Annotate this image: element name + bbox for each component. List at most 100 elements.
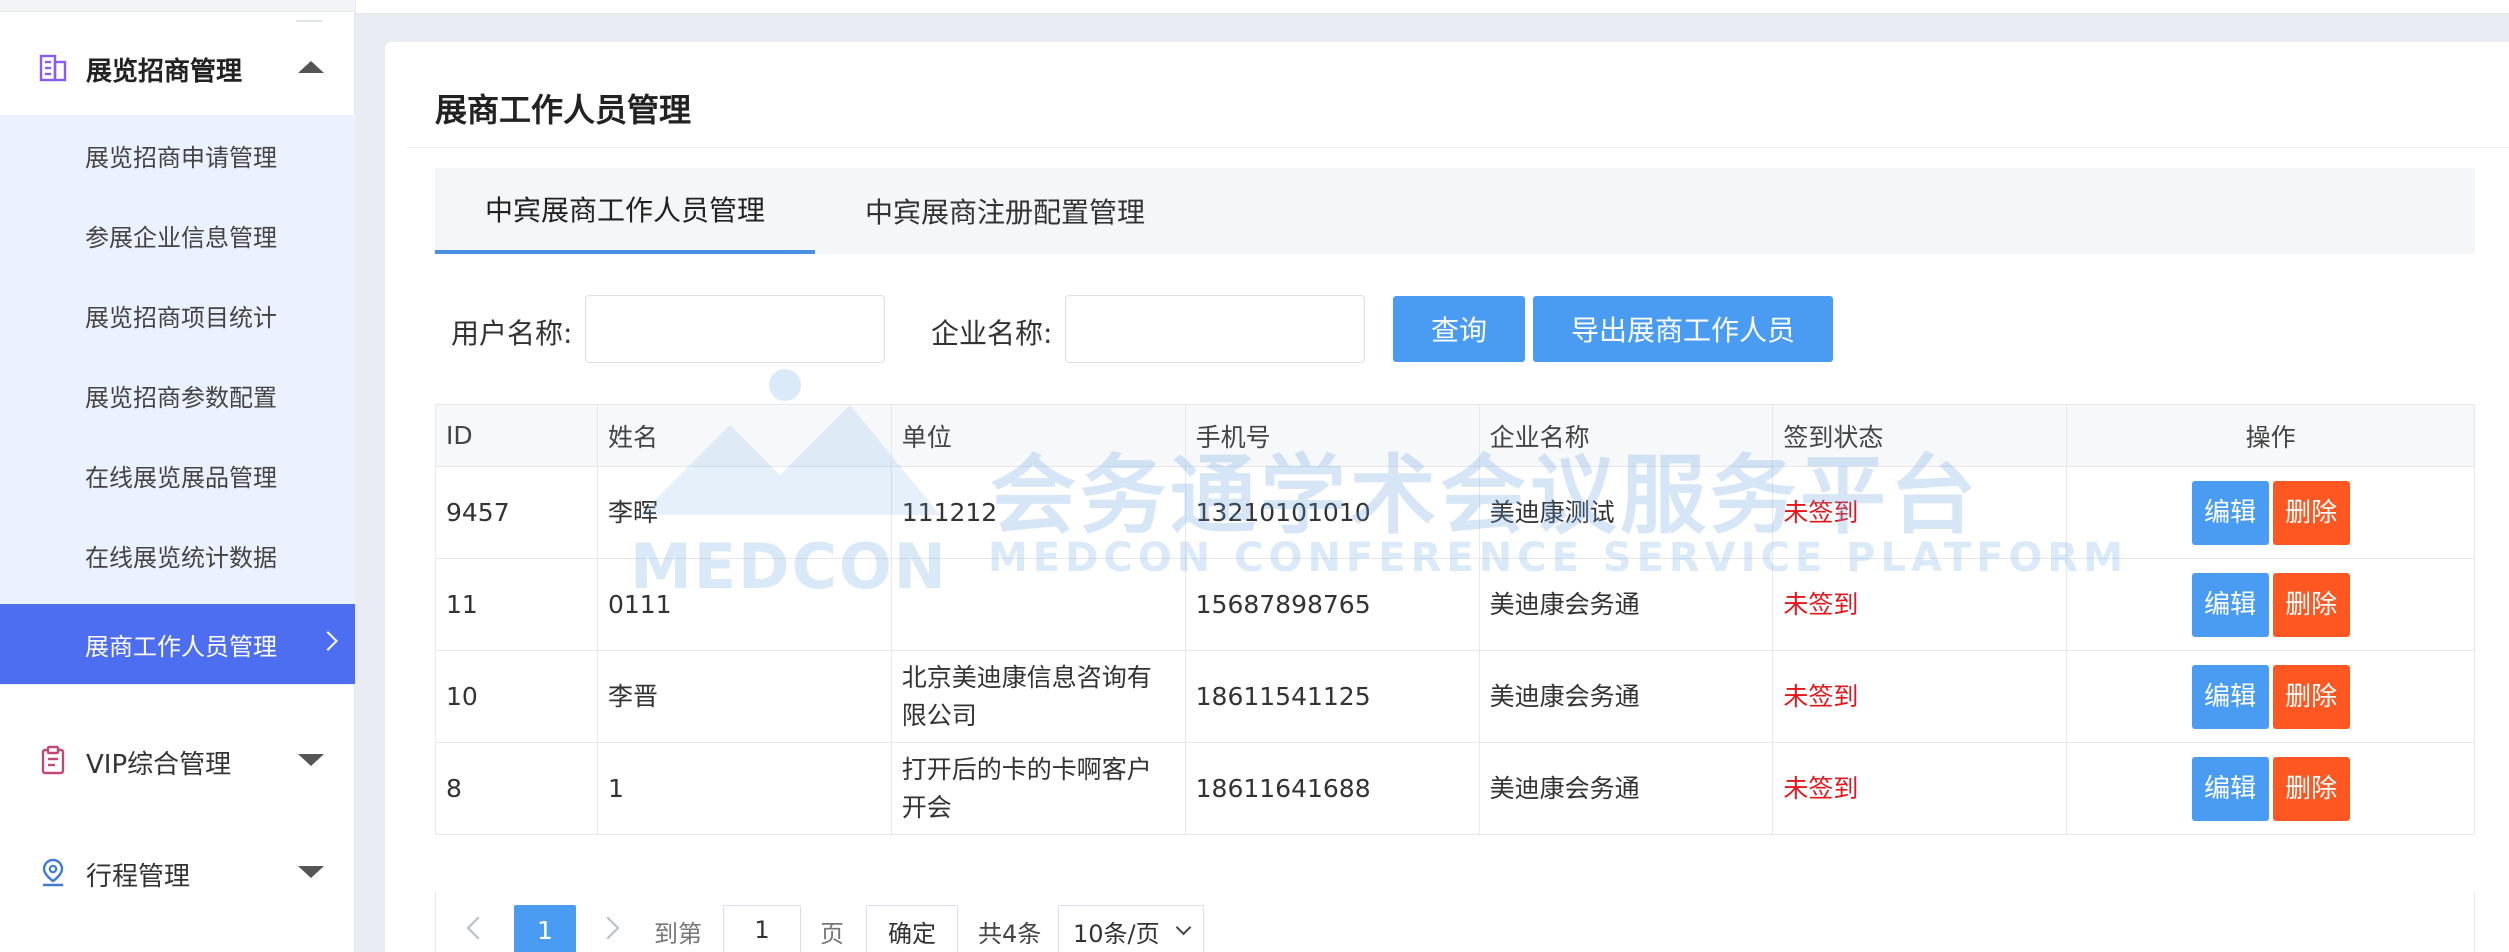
- page-size-value: 10条/页: [1073, 919, 1160, 948]
- building-icon: [34, 49, 72, 87]
- cell-company: 美迪康会务通: [1478, 742, 1774, 835]
- column-header: ID: [435, 404, 598, 467]
- company-name-input[interactable]: [1065, 295, 1365, 363]
- cell-name: 李晋: [596, 650, 892, 743]
- cell-company: 美迪康会务通: [1478, 558, 1774, 651]
- chevron-left-icon[interactable]: [466, 916, 490, 940]
- sidebar-item-label: 在线展览展品管理: [85, 463, 277, 492]
- sidebar-item-label: 在线展览统计数据: [85, 543, 277, 572]
- sidebar-item-application[interactable]: 展览招商申请管理: [0, 115, 355, 195]
- cell-name: 1: [596, 742, 892, 835]
- cell-unit: 北京美迪康信息咨询有限公司: [890, 650, 1186, 743]
- cell-company: 美迪康测试: [1478, 466, 1774, 559]
- delete-button[interactable]: 删除: [2272, 480, 2350, 545]
- menu-group-label: 行程管理: [86, 862, 191, 892]
- column-header: 手机号: [1184, 404, 1480, 467]
- cell-company: 美迪康会务通: [1478, 650, 1774, 743]
- caret-down-icon: [298, 754, 324, 766]
- status-badge: 未签到: [1772, 742, 2068, 835]
- user-name-input[interactable]: [585, 295, 885, 363]
- main-card: 展商工作人员管理 中宾展商工作人员管理 中宾展商注册配置管理 用户名称: 企业名…: [385, 42, 2509, 952]
- page-title: 展商工作人员管理: [435, 91, 692, 129]
- top-bar: [356, 0, 2509, 14]
- cell-id: 9457: [435, 466, 598, 559]
- delete-button[interactable]: 删除: [2272, 756, 2350, 821]
- page-number-current[interactable]: 1: [514, 905, 576, 952]
- column-header: 姓名: [596, 404, 892, 467]
- sidebar-item-staff-management[interactable]: 展商工作人员管理: [0, 604, 355, 684]
- cell-actions: 编辑 删除: [2066, 742, 2475, 835]
- edit-button[interactable]: 编辑: [2191, 664, 2269, 729]
- clipboard-icon: [34, 741, 72, 779]
- cell-unit: 111212: [890, 466, 1186, 559]
- chevron-right-icon: [318, 631, 338, 651]
- sidebar-item-param-config[interactable]: 展览招商参数配置: [0, 355, 355, 435]
- status-badge: 未签到: [1772, 650, 2068, 743]
- export-staff-button[interactable]: 导出展商工作人员: [1533, 296, 1833, 362]
- sidebar-item-label: 展商工作人员管理: [85, 632, 277, 661]
- cell-phone: 15687898765: [1184, 558, 1480, 651]
- sidebar-item-label: 展览招商申请管理: [85, 143, 277, 172]
- cell-id: 11: [435, 558, 598, 651]
- page-suffix-label: 页: [820, 920, 844, 948]
- delete-button[interactable]: 删除: [2272, 664, 2350, 729]
- chevron-right-icon[interactable]: [596, 916, 620, 940]
- table-row: 10 李晋 北京美迪康信息咨询有限公司 18611541125 美迪康会务通 未…: [435, 650, 2475, 743]
- cell-id: 8: [435, 742, 598, 835]
- goto-label: 到第: [654, 920, 702, 948]
- tab-bar: 中宾展商工作人员管理 中宾展商注册配置管理: [435, 168, 2475, 254]
- pagination: 1 到第 页 确定 共4条 10条/页: [435, 892, 2475, 952]
- status-badge: 未签到: [1772, 466, 2068, 559]
- cell-actions: 编辑 删除: [2066, 650, 2475, 743]
- sidebar-item-project-stats[interactable]: 展览招商项目统计: [0, 275, 355, 355]
- table-header-row: ID 姓名 单位 手机号 企业名称 签到状态 操作: [435, 404, 2475, 467]
- edit-button[interactable]: 编辑: [2191, 756, 2269, 821]
- sidebar-item-label: 参展企业信息管理: [85, 223, 277, 252]
- goto-page-input[interactable]: [723, 905, 801, 952]
- cell-actions: 编辑 删除: [2066, 558, 2475, 651]
- tab-registration-config[interactable]: 中宾展商注册配置管理: [815, 168, 1195, 254]
- edit-button[interactable]: 编辑: [2191, 572, 2269, 637]
- cell-name: 李晖: [596, 466, 892, 559]
- cell-name: 0111: [596, 558, 892, 651]
- caret-down-icon: [298, 866, 324, 878]
- column-header: 签到状态: [1772, 404, 2068, 467]
- cell-id: 10: [435, 650, 598, 743]
- tab-staff-management[interactable]: 中宾展商工作人员管理: [435, 168, 815, 254]
- sidebar-item-online-stats[interactable]: 在线展览统计数据: [0, 515, 355, 595]
- submenu-exhibition: 展览招商申请管理 参展企业信息管理 展览招商项目统计 展览招商参数配置 在线展览…: [0, 115, 355, 685]
- menu-group-vip[interactable]: VIP综合管理: [0, 720, 355, 800]
- sidebar: 展览招商管理 展览招商申请管理 参展企业信息管理 展览招商项目统计 展览招商参数…: [0, 0, 355, 952]
- staff-table: ID 姓名 单位 手机号 企业名称 签到状态 操作 9457 李晖 111212…: [435, 404, 2475, 835]
- page-size-select[interactable]: 10条/页: [1058, 905, 1204, 952]
- cell-phone: 13210101010: [1184, 466, 1480, 559]
- divider: [407, 147, 2509, 148]
- cell-unit: 打开后的卡的卡啊客户开会: [890, 742, 1186, 835]
- table-row: 11 0111 15687898765 美迪康会务通 未签到 编辑 删除: [435, 558, 2475, 651]
- cell-phone: 18611641688: [1184, 742, 1480, 835]
- status-badge: 未签到: [1772, 558, 2068, 651]
- confirm-page-button[interactable]: 确定: [866, 905, 958, 952]
- chevron-down-icon: [1175, 919, 1192, 936]
- user-name-label: 用户名称:: [451, 317, 573, 350]
- cell-actions: 编辑 删除: [2066, 466, 2475, 559]
- sidebar-item-label: 展览招商项目统计: [85, 303, 277, 332]
- total-count: 共4条: [978, 920, 1042, 948]
- delete-button[interactable]: 删除: [2272, 572, 2350, 637]
- sidebar-item-online-exhibits[interactable]: 在线展览展品管理: [0, 435, 355, 515]
- table-row: 9457 李晖 111212 13210101010 美迪康测试 未签到 编辑删…: [435, 466, 2475, 559]
- sidebar-item-label: 展览招商参数配置: [85, 383, 277, 412]
- location-pin-icon: [34, 853, 72, 891]
- menu-group-exhibition[interactable]: 展览招商管理: [0, 0, 355, 115]
- menu-group-label: VIP综合管理: [86, 750, 232, 780]
- menu-group-itinerary[interactable]: 行程管理: [0, 832, 355, 912]
- sidebar-item-exhibitor-info[interactable]: 参展企业信息管理: [0, 195, 355, 275]
- cell-phone: 18611541125: [1184, 650, 1480, 743]
- table-row: 8 1 打开后的卡的卡啊客户开会 18611641688 美迪康会务通 未签到 …: [435, 742, 2475, 835]
- query-button[interactable]: 查询: [1393, 296, 1525, 362]
- column-header: 企业名称: [1478, 404, 1774, 467]
- company-name-label: 企业名称:: [931, 317, 1053, 350]
- edit-button[interactable]: 编辑: [2191, 480, 2269, 545]
- menu-group-label: 展览招商管理: [86, 57, 243, 87]
- caret-up-icon: [298, 61, 324, 73]
